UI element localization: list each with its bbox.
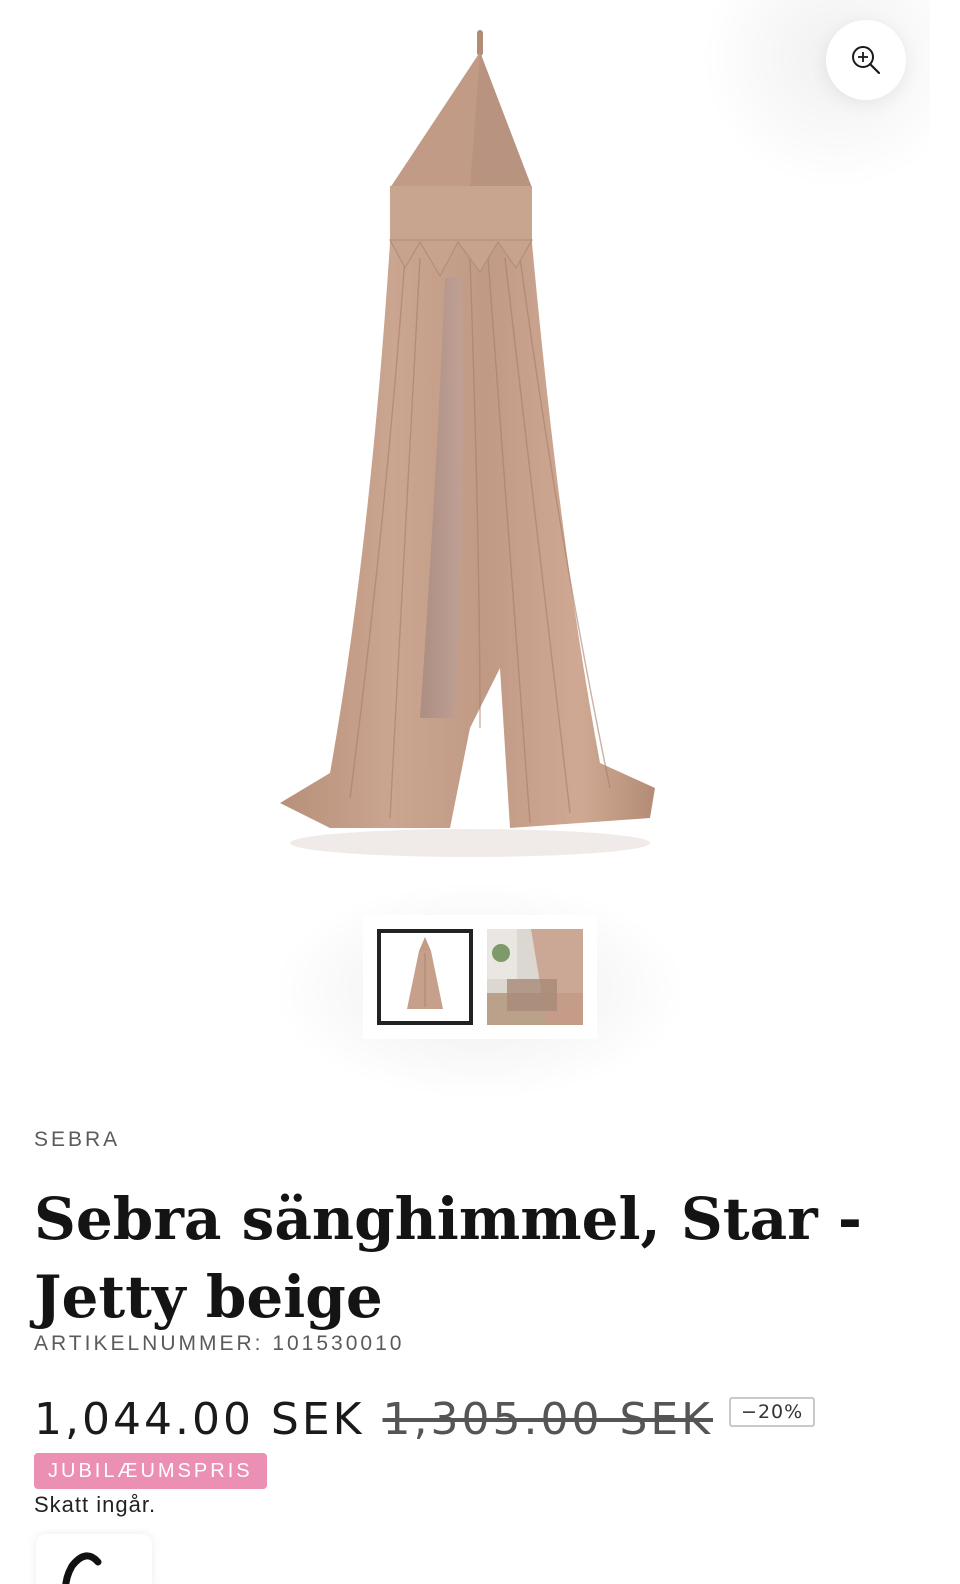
zoom-in-icon	[852, 46, 881, 75]
payment-logo-card[interactable]	[36, 1534, 152, 1584]
price-row: 1,044.00 SEK 1,305.00 SEK −20%	[34, 1394, 816, 1445]
payment-logo-icon	[62, 1552, 102, 1584]
zoom-shadow	[700, 0, 930, 190]
sku-label: ARTIKELNUMMER:	[34, 1332, 264, 1355]
tax-note: Skatt ingår.	[34, 1492, 157, 1517]
thumbnail-strip	[363, 915, 597, 1039]
brand-name[interactable]: SEBRA	[34, 1128, 120, 1152]
zoom-button[interactable]	[826, 20, 906, 100]
discount-badge: −20%	[729, 1396, 816, 1427]
canopy-thumbnail	[407, 937, 443, 1009]
product-title: Sebra sänghimmel, Star - Jetty beige	[34, 1185, 862, 1331]
room-thumbnail	[487, 929, 583, 1025]
product-gallery	[0, 0, 960, 1100]
product-image[interactable]	[270, 28, 670, 868]
sku-value: 101530010	[272, 1332, 405, 1355]
sale-price: 1,044.00 SEK	[34, 1394, 365, 1445]
thumbnail-room[interactable]	[487, 929, 583, 1025]
sku: ARTIKELNUMMER: 101530010	[34, 1332, 404, 1356]
original-price: 1,305.00 SEK	[382, 1394, 714, 1445]
promo-badge: JUBILÆUMSPRIS	[34, 1453, 267, 1489]
thumbnail-canopy[interactable]	[377, 929, 473, 1025]
